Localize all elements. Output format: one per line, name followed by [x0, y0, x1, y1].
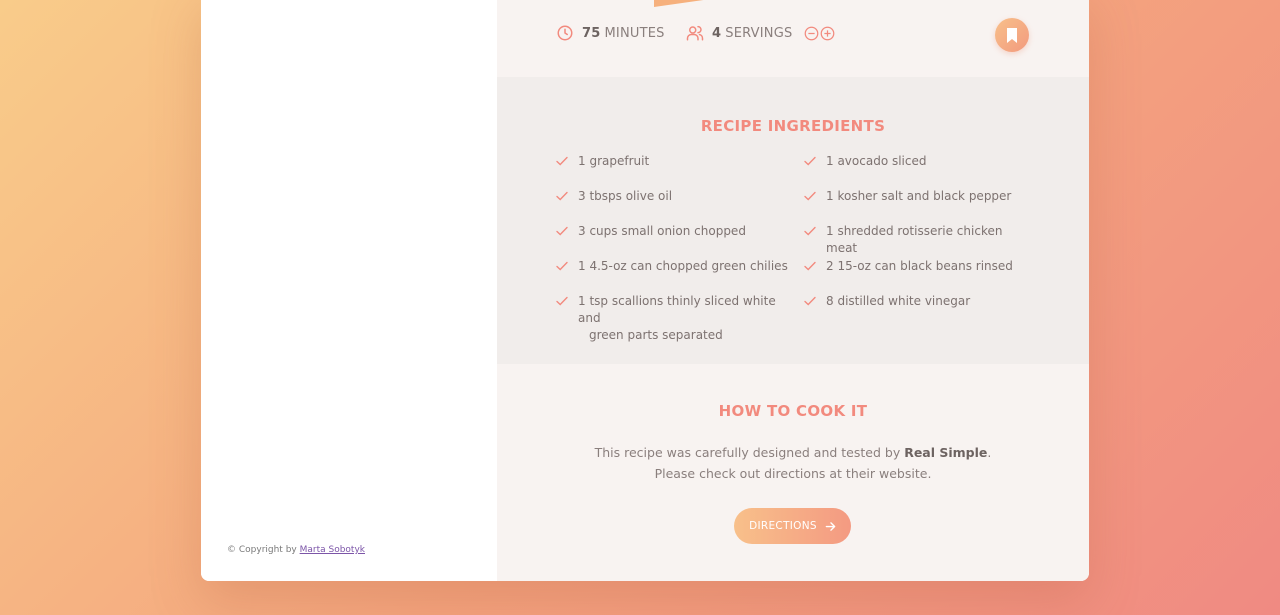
cook-description: This recipe was carefully designed and t… — [594, 445, 992, 481]
ingredients-section: RECIPE INGREDIENTS 1 grapefruit 1 avocad… — [497, 77, 1089, 364]
cook-title: HOW TO COOK IT — [718, 402, 868, 420]
decorative-stripe — [654, 0, 726, 7]
cooking-time: 75 MINUTES — [556, 24, 665, 42]
ingredients-list: 1 grapefruit 1 avocado sliced 3 tbsps ol… — [556, 153, 1034, 344]
time-unit: MINUTES — [604, 25, 665, 41]
bookmark-icon — [1007, 27, 1017, 43]
ingredient-item: 2 15-oz can black beans rinsed — [804, 258, 1034, 293]
arrow-right-icon — [825, 521, 836, 531]
copyright-text: © Copyright by — [227, 545, 300, 555]
directions-label: DIRECTIONS — [749, 520, 817, 532]
cook-section: HOW TO COOK IT This recipe was carefully… — [497, 364, 1089, 581]
check-icon — [556, 156, 568, 166]
ingredient-item: 8 distilled white vinegar — [804, 293, 1034, 344]
check-icon — [556, 226, 568, 236]
servings: 4 SERVINGS — [686, 24, 835, 42]
ingredient-item: 1 kosher salt and black pepper — [804, 188, 1034, 223]
servings-value: 4 — [712, 25, 722, 41]
recipe-source: Real Simple — [904, 445, 988, 460]
check-icon — [804, 156, 816, 166]
author-link[interactable]: Marta Sobotyk — [300, 545, 365, 555]
check-icon — [804, 261, 816, 271]
check-icon — [804, 296, 816, 306]
ingredient-item: 1 shredded rotisserie chicken meat — [804, 223, 1034, 258]
ingredient-item: 3 tbsps olive oil — [556, 188, 804, 223]
users-icon — [686, 25, 704, 41]
ingredients-title: RECIPE INGREDIENTS — [700, 117, 886, 135]
recipe-card: © Copyright by Marta Sobotyk 75 MINUTES … — [201, 0, 1089, 581]
recipe-panel: 75 MINUTES 4 SERVINGS RECIPE INGREDIENTS — [497, 0, 1089, 581]
check-icon — [556, 191, 568, 201]
servings-unit: SERVINGS — [725, 25, 793, 41]
servings-stepper — [804, 26, 835, 41]
copyright: © Copyright by Marta Sobotyk — [227, 545, 365, 555]
ingredient-item: 1 tsp scallions thinly sliced white and … — [556, 293, 804, 344]
ingredient-item: 3 cups small onion chopped — [556, 223, 804, 258]
check-icon — [556, 261, 568, 271]
check-icon — [804, 226, 816, 236]
left-panel: © Copyright by Marta Sobotyk — [201, 0, 497, 581]
recipe-details: 75 MINUTES 4 SERVINGS — [497, 0, 1089, 77]
time-value: 75 — [582, 25, 601, 41]
bookmark-button[interactable] — [995, 18, 1029, 52]
directions-button[interactable]: DIRECTIONS — [734, 508, 851, 544]
plus-circle-icon[interactable] — [820, 26, 835, 41]
check-icon — [804, 191, 816, 201]
ingredient-item: 1 avocado sliced — [804, 153, 1034, 188]
ingredient-item: 1 grapefruit — [556, 153, 804, 188]
check-icon — [556, 296, 568, 306]
minus-circle-icon[interactable] — [804, 26, 819, 41]
ingredient-item: 1 4.5-oz can chopped green chilies — [556, 258, 804, 293]
clock-icon — [557, 25, 573, 41]
